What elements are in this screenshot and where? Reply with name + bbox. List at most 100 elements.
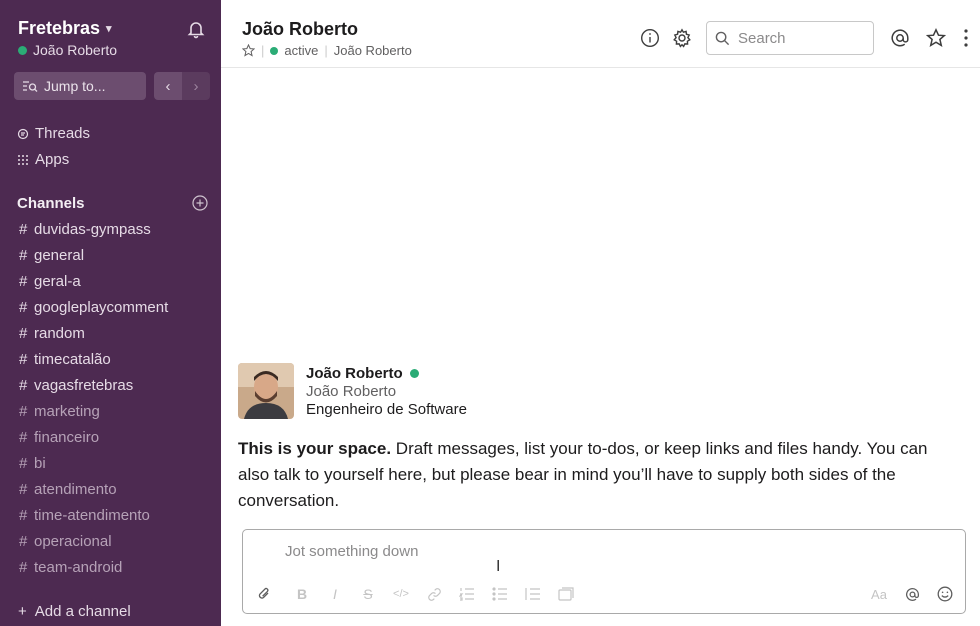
paperclip-icon [258,587,269,599]
channel-item[interactable]: # googleplaycomment [19,299,168,316]
bell-icon[interactable] [186,19,206,39]
channel-name: googleplaycomment [34,299,169,316]
workspace-user[interactable]: João Roberto [18,42,117,58]
channel-name: general [34,247,85,264]
avatar[interactable] [238,363,294,419]
profile-name[interactable]: João Roberto [306,365,419,382]
page-title[interactable]: João Roberto [242,19,358,40]
channel-name: atendimento [34,481,117,498]
channel-item[interactable]: # bi [19,455,46,472]
italic-button[interactable]: I [326,585,344,603]
workspace-user-name: João Roberto [33,42,118,58]
emoji-button[interactable] [936,585,954,603]
jump-to-button[interactable]: Jump to... [14,72,146,100]
sidebar-item-apps[interactable]: Apps [17,151,69,168]
history-back-button[interactable]: ‹ [154,72,182,100]
sidebar-item-label: Threads [35,125,91,142]
hash-icon: # [19,455,28,472]
code-block-icon [558,587,574,601]
channel-item[interactable]: # timecatalão [19,351,111,368]
code-button[interactable]: </> [392,585,410,603]
ordered-list-icon [459,588,474,601]
add-channel-button[interactable]: + Add a channel [18,603,131,620]
bullet-list-icon [492,587,507,601]
bold-icon: B [296,586,308,602]
blockquote-icon [525,588,540,600]
message-composer: I B I S </> Aa [242,529,966,614]
channel-item[interactable]: # marketing [19,403,100,420]
blockquote-button[interactable] [524,585,542,603]
code-icon: </> [393,588,409,600]
profile-username: João Roberto [306,383,397,400]
status-text: active [284,43,319,58]
channel-item[interactable]: # time-atendimento [19,507,150,524]
channel-name: financeiro [34,429,100,446]
channels-heading[interactable]: Channels [17,195,85,212]
plus-icon: + [18,603,27,620]
channel-name: team-android [34,559,123,576]
italic-icon: I [333,586,337,602]
workspace-name: Fretebras [18,18,101,38]
presence-dot-icon [409,369,419,378]
presence-dot-icon [270,46,279,55]
channel-item[interactable]: # operacional [19,533,112,550]
channel-item[interactable]: # vagasfretebras [19,377,133,394]
gear-icon[interactable] [672,28,692,48]
divider: | [261,43,265,58]
star-outline-icon[interactable] [242,44,255,57]
channel-item[interactable]: # random [19,325,85,342]
search-input[interactable]: Search [706,21,874,55]
avatar-photo [238,363,294,419]
channel-name: time-atendimento [34,507,150,524]
channel-item[interactable]: # team-android [19,559,122,576]
text-cursor-icon: I [496,558,501,575]
attach-button[interactable] [255,585,273,603]
text-format-icon: Aa [871,586,887,602]
channel-intro-text: This is your space. Draft messages, list… [238,436,938,514]
code-block-button[interactable] [557,585,575,603]
channel-item[interactable]: # general [19,247,84,264]
info-icon[interactable] [640,28,660,48]
ordered-list-button[interactable] [458,585,476,603]
hash-icon: # [19,481,28,498]
profile-name-text: João Roberto [306,365,403,382]
divider: | [324,43,328,58]
add-channel-label: Add a channel [34,603,131,620]
hash-icon: # [19,377,28,394]
add-channel-plus-icon[interactable] [192,195,208,211]
workspace-menu[interactable]: Fretebras ▾ [18,18,112,39]
hash-icon: # [19,299,28,316]
sidebar: Fretebras ▾ João Roberto Jump to... ‹ › … [0,0,221,626]
channel-name: operacional [34,533,112,550]
profile-job-title: Engenheiro de Software [306,401,467,418]
hash-icon: # [19,221,28,238]
channel-name: duvidas-gympass [34,221,151,238]
mentions-at-icon[interactable] [890,28,910,48]
history-forward-button[interactable]: › [182,72,210,100]
mention-button[interactable] [903,585,921,603]
sidebar-item-threads[interactable]: Threads [17,125,90,142]
strikethrough-button[interactable]: S [359,585,377,603]
star-icon[interactable] [926,28,946,48]
chevron-right-icon: › [193,77,199,95]
link-button[interactable] [425,585,443,603]
channel-item[interactable]: # geral-a [19,273,81,290]
channel-name: marketing [34,403,100,420]
channel-name: geral-a [34,273,81,290]
hash-icon: # [19,533,28,550]
bullet-list-button[interactable] [491,585,509,603]
smiley-icon [937,586,953,602]
channel-item[interactable]: # duvidas-gympass [19,221,151,238]
channel-header: João Roberto | active | João Roberto Sea… [221,0,980,68]
jump-search-icon [23,81,38,92]
channel-item[interactable]: # atendimento [19,481,117,498]
bold-button[interactable]: B [293,585,311,603]
more-vertical-icon[interactable] [956,28,976,48]
message-input[interactable] [285,540,885,562]
channel-name: random [34,325,85,342]
hash-icon: # [19,247,28,264]
channel-item[interactable]: # financeiro [19,429,99,446]
formatting-toggle-button[interactable]: Aa [870,585,888,603]
channel-name: bi [34,455,46,472]
hash-icon: # [19,351,28,368]
